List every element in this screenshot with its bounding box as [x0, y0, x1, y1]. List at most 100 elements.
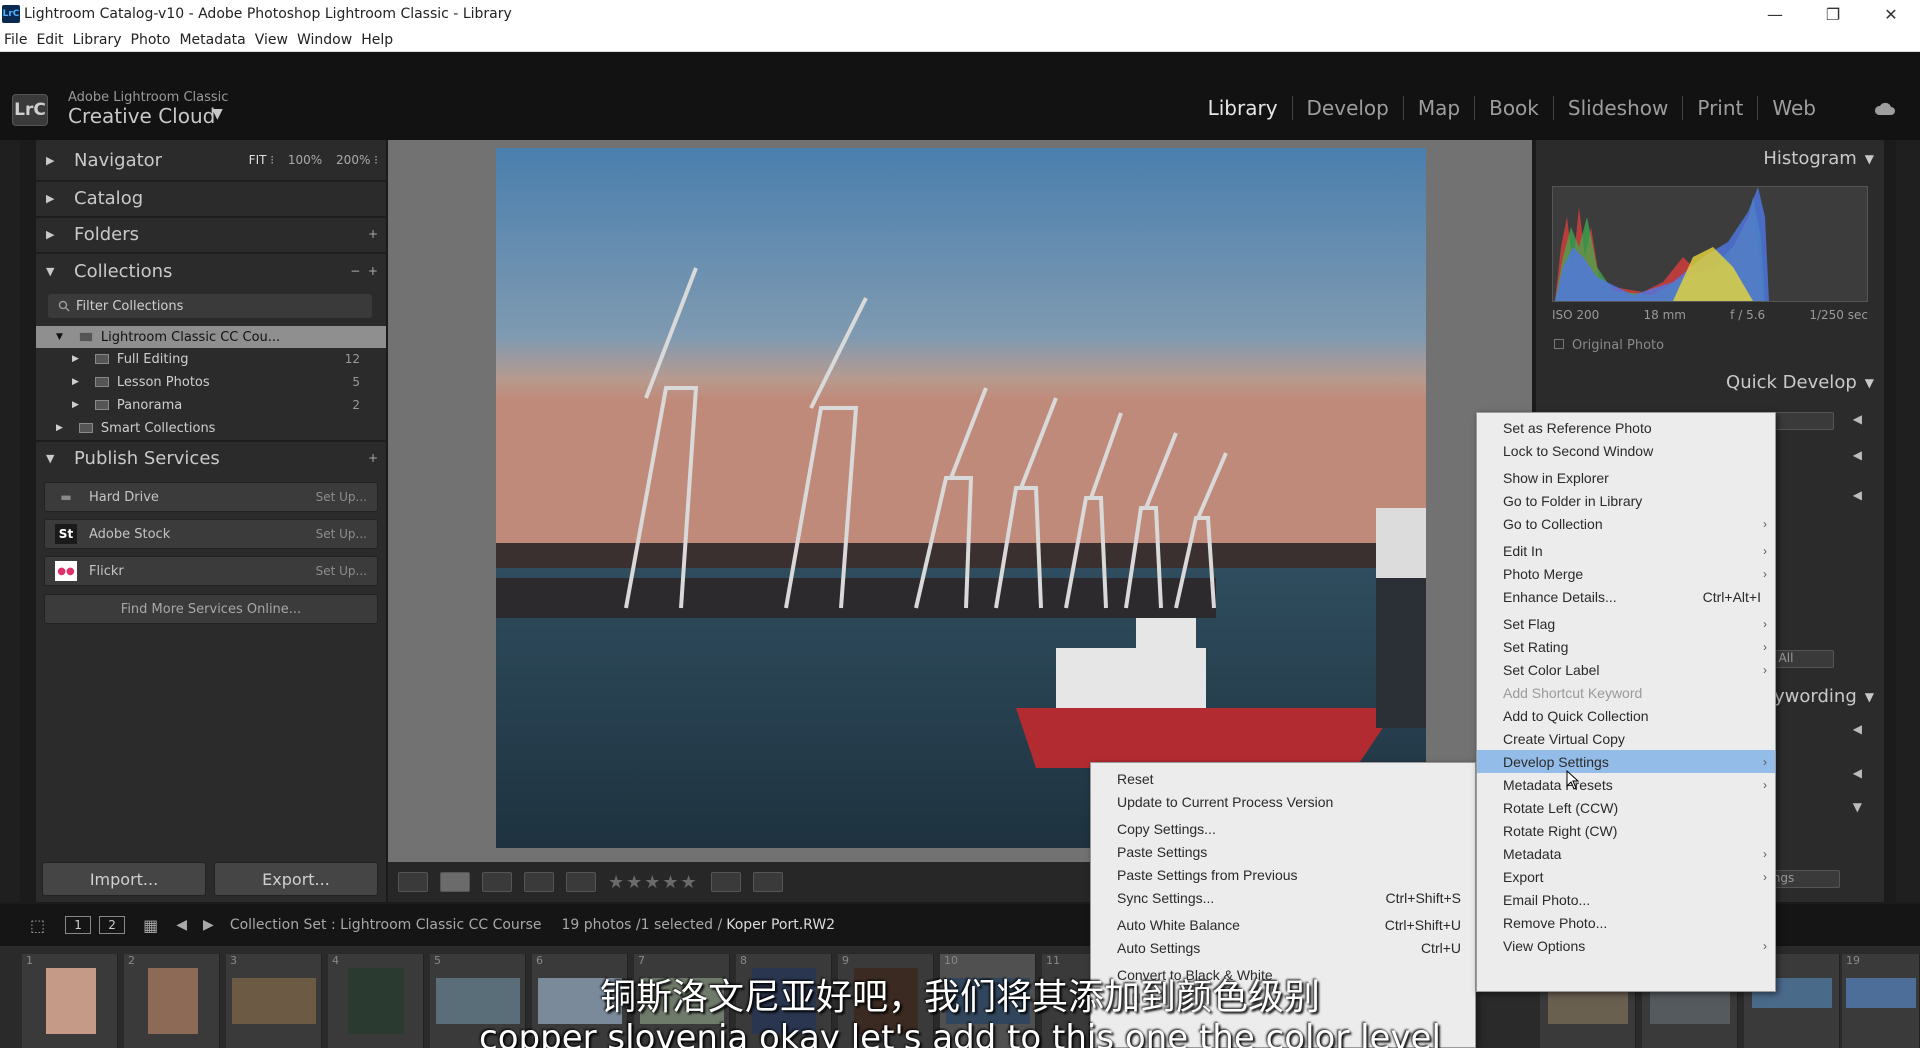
- module-book[interactable]: Book: [1475, 96, 1554, 120]
- module-map[interactable]: Map: [1404, 96, 1476, 120]
- back-arrow-icon[interactable]: ◀: [176, 917, 187, 933]
- menu-item-rotate-left[interactable]: Rotate Left (CCW): [1477, 796, 1775, 819]
- menu-metadata[interactable]: Metadata: [179, 32, 245, 48]
- grid-view-button[interactable]: [398, 872, 428, 892]
- collection-add-remove-icons[interactable]: − +: [350, 264, 378, 278]
- module-develop[interactable]: Develop: [1293, 96, 1404, 120]
- collection-item[interactable]: ▶ Full Editing 12: [36, 348, 386, 370]
- filter-collections-input[interactable]: Filter Collections: [48, 294, 372, 318]
- smart-collections-row[interactable]: ▶ Smart Collections: [36, 417, 386, 439]
- disclosure-icon[interactable]: ◀: [1853, 448, 1862, 462]
- menu-item-add-quick-collection[interactable]: Add to Quick Collection: [1477, 704, 1775, 727]
- menu-item-go-to-collection[interactable]: Go to Collection ›: [1477, 512, 1775, 535]
- secondary-window-icon[interactable]: ⬚: [30, 916, 45, 935]
- menu-item-paste-previous[interactable]: Paste Settings from Previous: [1091, 863, 1475, 886]
- close-icon[interactable]: ✕: [1862, 0, 1920, 28]
- collection-set-row[interactable]: ▼ Lightroom Classic CC Cou...: [36, 326, 386, 348]
- menu-item-paste-settings[interactable]: Paste Settings: [1091, 840, 1475, 863]
- add-publish-service-icon[interactable]: +: [368, 451, 378, 465]
- collection-item[interactable]: ▶ Panorama 2: [36, 394, 386, 416]
- module-web[interactable]: Web: [1758, 96, 1830, 120]
- publish-flickr[interactable]: ●● Flickr Set Up...: [44, 556, 378, 586]
- right-panel-toggle[interactable]: [1896, 140, 1920, 902]
- export-button[interactable]: Export...: [214, 862, 378, 896]
- loupe-view-button[interactable]: [440, 872, 470, 892]
- menu-item-remove-photo[interactable]: Remove Photo...: [1477, 911, 1775, 934]
- menu-item-auto-white-balance[interactable]: Auto White Balance Ctrl+Shift+U: [1091, 913, 1475, 936]
- left-panel-toggle[interactable]: [0, 140, 20, 902]
- quick-develop-header[interactable]: Quick Develop ▼: [1726, 372, 1874, 393]
- menu-help[interactable]: Help: [361, 32, 393, 48]
- menu-view[interactable]: View: [255, 32, 288, 48]
- cloud-sync-icon[interactable]: [1874, 101, 1896, 122]
- menu-edit[interactable]: Edit: [36, 32, 63, 48]
- collapse-icon[interactable]: ▼: [1853, 800, 1862, 814]
- menu-item-create-virtual-copy[interactable]: Create Virtual Copy: [1477, 727, 1775, 750]
- menu-library[interactable]: Library: [73, 32, 122, 48]
- menu-item-update-process[interactable]: Update to Current Process Version: [1091, 790, 1475, 813]
- minimize-icon[interactable]: —: [1746, 0, 1804, 28]
- collection-item[interactable]: ▶ Lesson Photos 5: [36, 371, 386, 393]
- import-button[interactable]: Import...: [42, 862, 206, 896]
- folders-header[interactable]: ▶ Folders +: [36, 218, 386, 250]
- menu-item-metadata[interactable]: Metadata ›: [1477, 842, 1775, 865]
- zoom-100[interactable]: 100%: [288, 153, 322, 167]
- module-print[interactable]: Print: [1683, 96, 1759, 120]
- navigator-header[interactable]: ▶ Navigator FIT ⁝ 100% 200% ⁝: [36, 144, 386, 176]
- main-window-button[interactable]: 1: [65, 916, 92, 934]
- menu-file[interactable]: File: [4, 32, 27, 48]
- menu-item-go-to-folder[interactable]: Go to Folder in Library: [1477, 489, 1775, 512]
- filmstrip-source[interactable]: Collection Set : Lightroom Classic CC Co…: [230, 917, 542, 933]
- setup-link[interactable]: Set Up...: [316, 527, 367, 541]
- publish-hard-drive[interactable]: ▬ Hard Drive Set Up...: [44, 482, 378, 512]
- disclosure-icon[interactable]: ◀: [1853, 412, 1862, 426]
- menu-item-auto-settings[interactable]: Auto Settings Ctrl+U: [1091, 936, 1475, 959]
- rotate-left-button[interactable]: [710, 872, 741, 892]
- add-folder-icon[interactable]: +: [368, 227, 378, 241]
- original-photo-toggle[interactable]: Original Photo: [1554, 338, 1664, 353]
- rotate-right-button[interactable]: [752, 872, 783, 892]
- menu-item-sync-settings[interactable]: Sync Settings... Ctrl+Shift+S: [1091, 886, 1475, 909]
- menu-item-export[interactable]: Export ›: [1477, 865, 1775, 888]
- people-view-button[interactable]: [566, 872, 596, 892]
- checkbox[interactable]: [1554, 339, 1564, 349]
- identity-plate-dropdown-icon[interactable]: ▼: [212, 106, 223, 122]
- menu-item-set-rating[interactable]: Set Rating ›: [1477, 635, 1775, 658]
- keywording-header[interactable]: ywording ▼: [1774, 686, 1874, 707]
- histogram-header[interactable]: Histogram ▼: [1763, 148, 1874, 169]
- disclosure-icon[interactable]: ◀: [1853, 766, 1862, 780]
- catalog-header[interactable]: ▶ Catalog: [36, 182, 386, 214]
- disclosure-icon[interactable]: ◀: [1853, 488, 1862, 502]
- menu-item-set-flag[interactable]: Set Flag ›: [1477, 612, 1775, 635]
- compare-view-button[interactable]: [482, 872, 512, 892]
- publish-adobe-stock[interactable]: St Adobe Stock Set Up...: [44, 519, 378, 549]
- menu-item-lock-second-window[interactable]: Lock to Second Window: [1477, 439, 1775, 462]
- menu-item-email-photo[interactable]: Email Photo...: [1477, 888, 1775, 911]
- setup-link[interactable]: Set Up...: [316, 490, 367, 504]
- menu-item-show-in-explorer[interactable]: Show in Explorer: [1477, 466, 1775, 489]
- menu-item-photo-merge[interactable]: Photo Merge ›: [1477, 562, 1775, 585]
- forward-arrow-icon[interactable]: ▶: [203, 917, 214, 933]
- menu-photo[interactable]: Photo: [131, 32, 171, 48]
- module-library[interactable]: Library: [1194, 96, 1293, 120]
- main-photo[interactable]: [496, 148, 1426, 848]
- grid-icon[interactable]: ▦: [143, 916, 158, 935]
- publish-services-header[interactable]: ▼ Publish Services +: [36, 442, 386, 474]
- menu-item-rotate-right[interactable]: Rotate Right (CW): [1477, 819, 1775, 842]
- menu-item-reset[interactable]: Reset: [1091, 767, 1475, 790]
- menu-item-edit-in[interactable]: Edit In ›: [1477, 539, 1775, 562]
- restore-icon[interactable]: ❐: [1804, 0, 1862, 28]
- rating-stars[interactable]: ★★★★★: [608, 872, 699, 893]
- zoom-200[interactable]: 200%: [336, 153, 370, 167]
- collections-header[interactable]: ▼ Collections − +: [36, 255, 386, 287]
- second-window-button[interactable]: 2: [99, 916, 126, 934]
- menu-item-metadata-presets[interactable]: Metadata Presets ›: [1477, 773, 1775, 796]
- setup-link[interactable]: Set Up...: [316, 564, 367, 578]
- menu-item-copy-settings[interactable]: Copy Settings...: [1091, 817, 1475, 840]
- menu-item-enhance-details[interactable]: Enhance Details... Ctrl+Alt+I: [1477, 585, 1775, 608]
- menu-window[interactable]: Window: [297, 32, 352, 48]
- menu-item-set-color-label[interactable]: Set Color Label ›: [1477, 658, 1775, 681]
- menu-item-view-options[interactable]: View Options ›: [1477, 934, 1775, 957]
- menu-item-set-reference[interactable]: Set as Reference Photo: [1477, 416, 1775, 439]
- module-slideshow[interactable]: Slideshow: [1554, 96, 1684, 120]
